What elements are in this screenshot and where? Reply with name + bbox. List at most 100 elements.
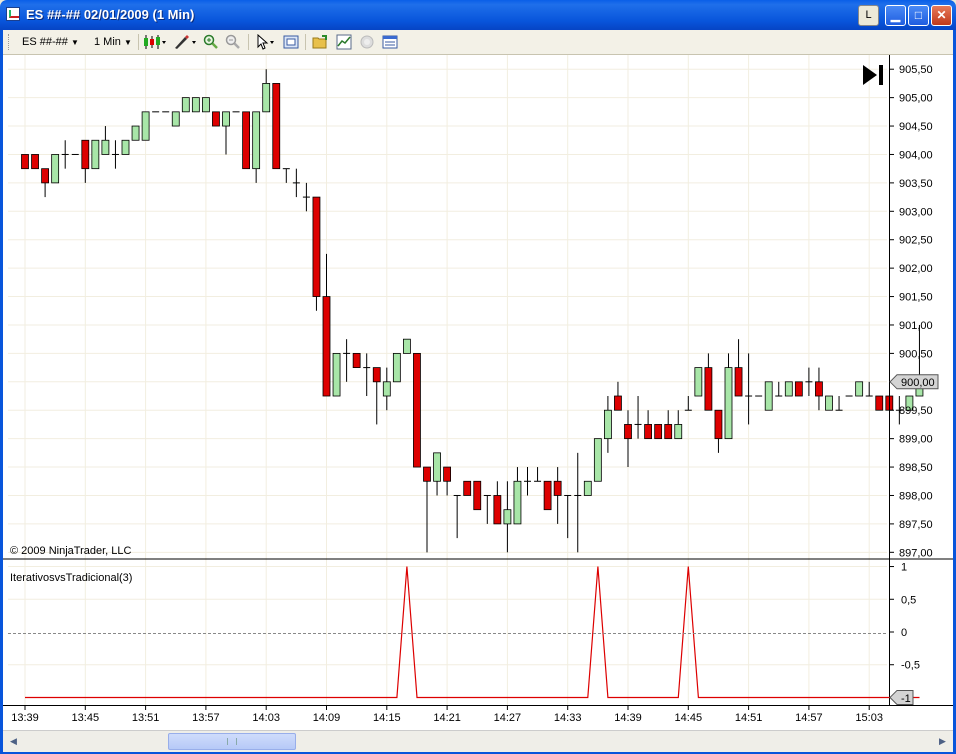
candle xyxy=(855,381,864,397)
toolbar-separator xyxy=(138,34,139,50)
scroll-thumb[interactable] xyxy=(168,733,296,750)
candle-body xyxy=(875,395,884,411)
maximize-button[interactable]: □ xyxy=(908,5,929,26)
zoom-in-icon[interactable] xyxy=(203,34,219,50)
cursor-mode-icon[interactable] xyxy=(254,34,278,50)
properties-icon[interactable] xyxy=(283,34,299,50)
last-price-label: 900,00 xyxy=(901,377,935,389)
chart-area[interactable]: 905,50 905,00 904,50 904,00 903,50 903,00 902,… xyxy=(3,55,953,730)
instrument-label: ES ##-## xyxy=(22,36,68,48)
candle-body xyxy=(101,139,110,155)
scroll-right-button[interactable]: ▶ xyxy=(934,733,951,750)
maximize-icon: □ xyxy=(914,8,923,22)
candle-body xyxy=(21,154,29,170)
arrow-left-icon: ◀ xyxy=(10,736,17,746)
close-button[interactable]: ✕ xyxy=(931,5,952,26)
candle-body xyxy=(815,381,823,397)
candle-body xyxy=(212,111,220,127)
toolbar-separator xyxy=(305,34,306,50)
price-tick-label: 897,50 xyxy=(899,519,933,531)
candle xyxy=(131,125,140,141)
chevron-down-icon: ▼ xyxy=(70,38,79,47)
candle xyxy=(794,381,803,397)
candle xyxy=(21,154,29,170)
candle-body xyxy=(312,196,321,297)
candle-body xyxy=(262,83,271,113)
candle xyxy=(764,381,773,411)
candle-body xyxy=(252,111,261,170)
candle xyxy=(212,111,220,127)
time-tick-label: 14:45 xyxy=(675,712,703,724)
minimize-icon: ▁ xyxy=(890,8,901,22)
l-button[interactable]: L xyxy=(858,5,879,26)
candle-body xyxy=(171,111,180,127)
window-title: ES ##-## 02/01/2009 (1 Min) xyxy=(26,7,195,22)
price-tick-label: 903,00 xyxy=(899,206,933,218)
chevron-down-icon: ▼ xyxy=(123,38,132,47)
instrument-selector[interactable]: ES ##-## ▼ xyxy=(22,36,79,48)
toolbar-grip[interactable] xyxy=(8,34,12,50)
candle-body xyxy=(91,139,100,170)
candle xyxy=(312,196,321,311)
time-tick-label: 14:09 xyxy=(313,712,341,724)
candle-body xyxy=(543,480,552,511)
candle xyxy=(784,381,793,397)
price-tick-label: 898,50 xyxy=(899,462,933,474)
horizontal-scrollbar[interactable]: ◀ ▶ xyxy=(3,730,953,752)
indicator-tick-label: 0 xyxy=(901,627,907,639)
candle-body xyxy=(714,409,723,440)
candle-body xyxy=(181,97,190,113)
candle xyxy=(402,338,411,354)
price-marker: 900,00 xyxy=(889,374,939,390)
zoom-out-icon[interactable] xyxy=(225,34,241,50)
open-folder-icon[interactable] xyxy=(312,34,328,50)
candlestick-style-icon[interactable] xyxy=(143,34,167,50)
time-tick-label: 14:21 xyxy=(433,712,461,724)
candle-body xyxy=(553,480,562,496)
candle-body xyxy=(413,352,421,468)
candle-body xyxy=(201,97,210,113)
candle xyxy=(191,97,200,113)
price-tick-label: 899,50 xyxy=(899,405,933,417)
price-tick-label: 899,00 xyxy=(899,434,933,446)
time-tick-label: 14:51 xyxy=(735,712,763,724)
candle xyxy=(463,480,472,496)
candle-body xyxy=(674,424,683,440)
candle-body xyxy=(51,154,60,184)
price-tick-label: 901,00 xyxy=(899,320,933,332)
end-bar-icon xyxy=(879,65,883,85)
candle-body xyxy=(272,83,281,170)
candle-body xyxy=(141,111,150,141)
indicators-icon[interactable] xyxy=(336,34,352,50)
minimize-button[interactable]: ▁ xyxy=(885,5,906,26)
candle xyxy=(593,438,602,482)
data-box-icon[interactable] xyxy=(382,34,398,50)
candle xyxy=(141,111,150,141)
candle-body xyxy=(242,111,251,170)
price-tick-label: 898,00 xyxy=(899,490,933,502)
candle-body xyxy=(513,480,522,525)
candle-body xyxy=(855,381,864,397)
candle-body xyxy=(724,367,733,440)
scroll-left-button[interactable]: ◀ xyxy=(5,733,22,750)
candle-body xyxy=(222,111,230,127)
indicator-tick-label: 1 xyxy=(901,562,907,574)
candle-body xyxy=(443,466,452,482)
drawing-tool-icon[interactable] xyxy=(173,34,197,50)
candle-body xyxy=(503,509,512,525)
price-tick-label: 904,50 xyxy=(899,121,933,133)
arrow-right-icon: ▶ xyxy=(939,736,946,746)
strategies-icon[interactable] xyxy=(359,34,375,50)
candle-body xyxy=(31,154,39,170)
interval-label: 1 Min xyxy=(94,36,121,48)
interval-selector[interactable]: 1 Min ▼ xyxy=(94,36,132,48)
candle-body xyxy=(423,466,431,482)
time-tick-label: 14:33 xyxy=(554,712,582,724)
candle xyxy=(543,480,552,511)
copyright-text: © 2009 NinjaTrader, LLC xyxy=(10,545,131,557)
price-tick-label: 901,50 xyxy=(899,292,933,304)
candle xyxy=(181,97,190,113)
price-tick-label: 902,50 xyxy=(899,235,933,247)
candle xyxy=(875,395,884,411)
candle xyxy=(694,367,703,397)
